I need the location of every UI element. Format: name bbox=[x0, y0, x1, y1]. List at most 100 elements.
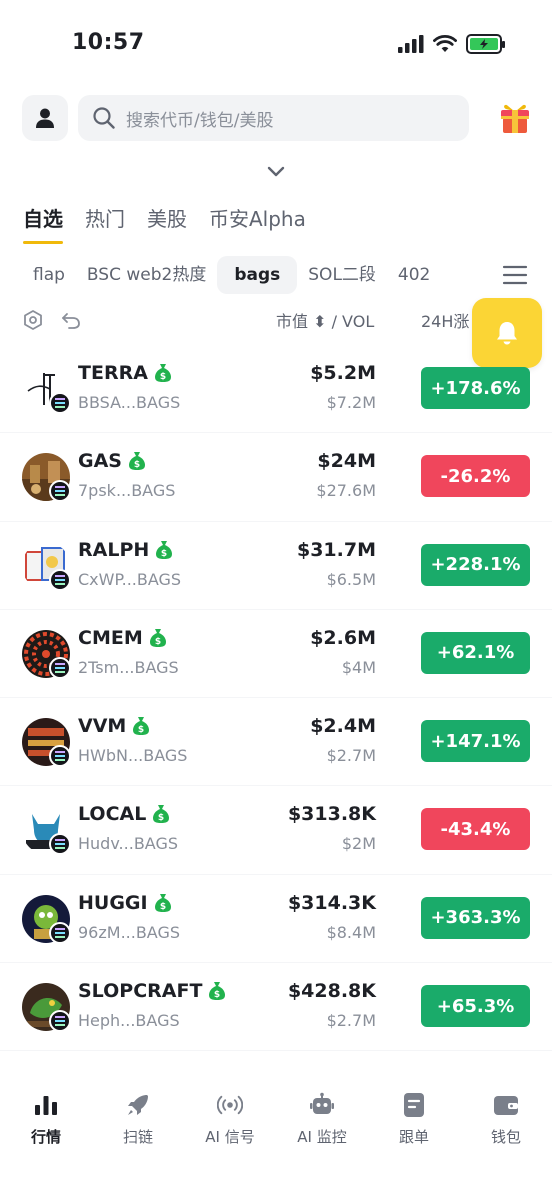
svg-text:$: $ bbox=[214, 990, 220, 1000]
solana-chain-icon bbox=[49, 568, 71, 591]
money-bag-icon: $ bbox=[133, 717, 150, 736]
tab-hot[interactable]: 热门 bbox=[85, 203, 125, 244]
gift-button[interactable] bbox=[498, 101, 532, 135]
token-row[interactable]: TERRA $ BBSA...BAGS $5.2M $7.2M +178.6% bbox=[0, 345, 552, 434]
token-address: CxWP...BAGS bbox=[78, 569, 182, 589]
nav-label: 钱包 bbox=[490, 1128, 521, 1146]
token-row[interactable]: HUGGI $ 96zM...BAGS $314.3K $8.4M +363.3… bbox=[0, 875, 552, 964]
profile-button[interactable] bbox=[22, 95, 68, 141]
nav-wallet[interactable]: 钱包 bbox=[460, 1078, 552, 1200]
token-row[interactable]: SLOPCRAFT $ Heph...BAGS $428.8K $2.7M +6… bbox=[0, 963, 552, 1052]
user-icon bbox=[36, 108, 54, 128]
nav-label: AI 信号 bbox=[205, 1128, 255, 1146]
solana-chain-icon bbox=[49, 480, 71, 503]
token-market-cap: $2.6M bbox=[310, 626, 376, 649]
money-bag-icon: $ bbox=[156, 540, 173, 559]
token-symbol: HUGGI bbox=[78, 891, 148, 914]
chevron-down-icon bbox=[267, 166, 285, 177]
token-symbol-row: RALPH $ bbox=[78, 539, 173, 561]
search-input[interactable]: 搜索代币/钱包/美股 bbox=[78, 95, 469, 141]
tab-watchlist[interactable]: 自选 bbox=[23, 203, 63, 244]
token-symbol-row: GAS $ bbox=[78, 450, 146, 472]
settings-hex-button[interactable] bbox=[22, 309, 44, 331]
nav-label: AI 监控 bbox=[297, 1128, 347, 1146]
battery-icon bbox=[466, 34, 505, 54]
token-symbol: TERRA bbox=[78, 362, 148, 384]
svg-text:$: $ bbox=[161, 549, 167, 559]
token-row[interactable]: VVM $ HWbN...BAGS $2.4M $2.7M +147.1% bbox=[0, 698, 552, 787]
nav-label: 扫链 bbox=[122, 1128, 153, 1146]
token-symbol-row: CMEM $ bbox=[78, 627, 167, 649]
wallet-icon bbox=[493, 1092, 519, 1118]
cellular-signal-icon bbox=[398, 35, 424, 53]
token-address: 2Tsm...BAGS bbox=[78, 657, 179, 677]
token-symbol: LOCAL bbox=[78, 803, 147, 826]
token-market-cap: $313.8K bbox=[287, 803, 376, 826]
main-tabs: 自选 热门 美股 币安Alpha bbox=[23, 203, 306, 244]
solana-chain-icon bbox=[49, 921, 71, 944]
document-icon bbox=[401, 1092, 427, 1118]
token-symbol-row: SLOPCRAFT $ bbox=[78, 980, 226, 1002]
token-market-cap: $5.2M bbox=[310, 362, 376, 384]
token-row[interactable]: LOCAL $ Hudv...BAGS $313.8K $2M -43.4% bbox=[0, 786, 552, 875]
change-badge: +147.1% bbox=[421, 720, 530, 763]
market-cap-sort-header[interactable]: 市值 ⬍ / VOL bbox=[276, 308, 374, 332]
change-badge: -26.2% bbox=[421, 455, 530, 498]
group-tab-bags[interactable]: bags bbox=[217, 256, 298, 294]
nav-copy-trade[interactable]: 跟单 bbox=[368, 1078, 460, 1200]
token-address: Heph...BAGS bbox=[78, 1011, 180, 1031]
expand-chevron-button[interactable] bbox=[264, 162, 288, 182]
group-tab-sol[interactable]: SOL二段 bbox=[297, 256, 387, 294]
money-bag-icon: $ bbox=[209, 982, 226, 1001]
group-tab-list: flap BSC web2热度 bags SOL二段 402 bbox=[22, 256, 488, 294]
token-symbol: CMEM bbox=[78, 626, 143, 649]
token-symbol: GAS bbox=[78, 450, 122, 473]
robot-icon bbox=[309, 1092, 335, 1118]
tab-us-stocks[interactable]: 美股 bbox=[147, 203, 187, 244]
token-market-cap: $31.7M bbox=[296, 538, 376, 561]
nav-ai-monitor[interactable]: AI 监控 bbox=[276, 1078, 368, 1200]
nav-label: 跟单 bbox=[398, 1128, 429, 1146]
token-volume: $2.7M bbox=[326, 746, 376, 766]
token-symbol-row: VVM $ bbox=[78, 715, 150, 737]
nav-market[interactable]: 行情 bbox=[0, 1078, 92, 1200]
status-icons bbox=[398, 34, 505, 54]
svg-text:$: $ bbox=[155, 637, 161, 647]
token-row[interactable]: RALPH $ CxWP...BAGS $31.7M $6.5M +228.1% bbox=[0, 522, 552, 610]
money-bag-icon: $ bbox=[153, 805, 170, 824]
svg-text:$: $ bbox=[138, 725, 144, 735]
token-symbol: RALPH bbox=[78, 538, 150, 561]
token-volume: $6.5M bbox=[326, 569, 376, 589]
nav-scan[interactable]: 扫链 bbox=[92, 1078, 184, 1200]
nav-label: 行情 bbox=[30, 1128, 61, 1146]
token-market-cap: $314.3K bbox=[287, 891, 376, 914]
token-volume: $4M bbox=[341, 657, 376, 677]
token-volume: $2.7M bbox=[326, 1011, 376, 1031]
rocket-icon bbox=[125, 1092, 151, 1118]
token-row[interactable]: GAS $ 7psk...BAGS $24M $27.6M -26.2% bbox=[0, 433, 552, 522]
change-badge: +62.1% bbox=[421, 631, 530, 674]
token-market-cap: $2.4M bbox=[310, 715, 376, 738]
search-icon bbox=[93, 107, 115, 129]
tab-binance-alpha[interactable]: 币安Alpha bbox=[209, 203, 306, 244]
group-tab-flap[interactable]: flap bbox=[22, 256, 76, 294]
nav-ai-signal[interactable]: AI 信号 bbox=[184, 1078, 276, 1200]
undo-button[interactable] bbox=[60, 309, 82, 331]
group-menu-button[interactable] bbox=[502, 263, 528, 287]
solana-chain-icon bbox=[49, 1010, 71, 1033]
wifi-icon bbox=[433, 35, 457, 52]
token-address: HWbN...BAGS bbox=[78, 746, 188, 766]
solana-chain-icon bbox=[49, 392, 71, 414]
bell-icon bbox=[497, 322, 517, 345]
token-address: BBSA...BAGS bbox=[78, 393, 181, 412]
group-tab-bsc-web2[interactable]: BSC web2热度 bbox=[76, 256, 217, 294]
group-tab-402[interactable]: 402 bbox=[387, 256, 441, 294]
token-symbol: VVM bbox=[78, 715, 127, 738]
token-list: TERRA $ BBSA...BAGS $5.2M $7.2M +178.6% … bbox=[0, 345, 552, 1052]
token-volume: $2M bbox=[341, 834, 376, 854]
money-bag-icon: $ bbox=[154, 893, 171, 912]
token-row[interactable]: CMEM $ 2Tsm...BAGS $2.6M $4M +62.1% bbox=[0, 610, 552, 699]
change-badge: +178.6% bbox=[421, 367, 530, 409]
money-bag-icon: $ bbox=[128, 452, 145, 471]
change-24h-header[interactable]: 24H涨 bbox=[421, 308, 469, 332]
